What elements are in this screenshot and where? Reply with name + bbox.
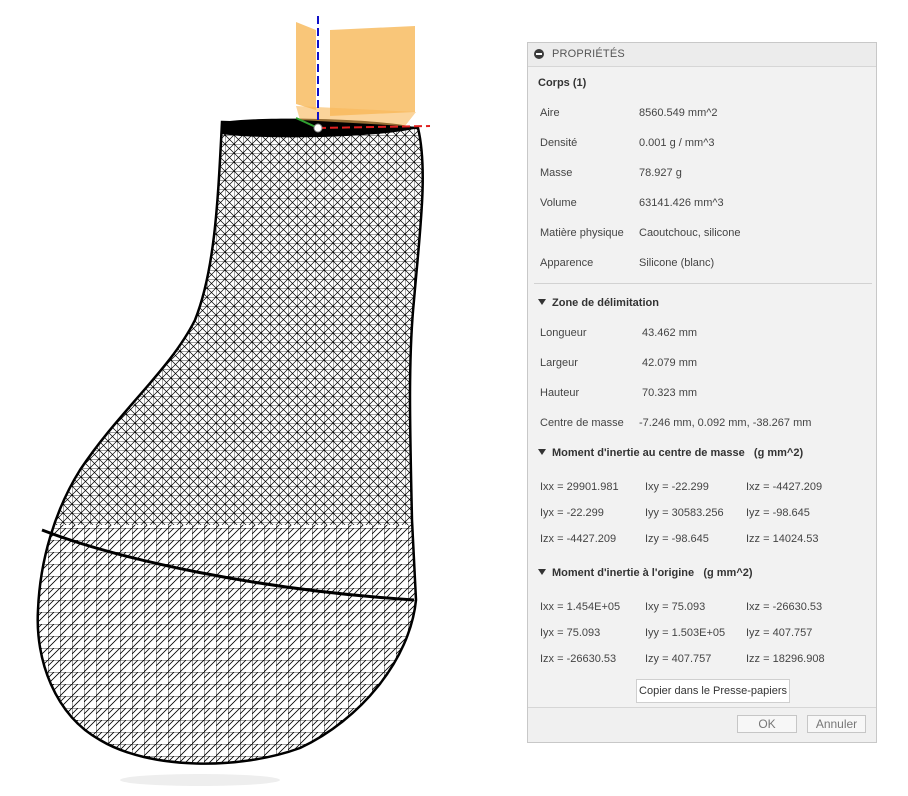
property-value: 8560.549 mm^2 — [639, 107, 718, 119]
triangle-down-icon — [538, 299, 546, 305]
inertia-cell: Iyz = 407.757 — [746, 627, 813, 639]
inertia-cell: Iyy = 1.503E+05 — [645, 627, 726, 639]
property-label: Matière physique — [540, 227, 624, 239]
property-value: 78.927 g — [639, 167, 682, 179]
triangle-down-icon — [538, 569, 546, 575]
inertia-cell: Ixy = 75.093 — [645, 601, 706, 613]
property-value: Caoutchouc, silicone — [639, 227, 741, 239]
inertia-cell: Ixx = 29901.981 — [540, 481, 619, 493]
property-label: Apparence — [540, 257, 594, 269]
bbox-section-title[interactable]: Zone de délimitation — [538, 297, 659, 309]
divider — [534, 283, 872, 284]
property-value: 63141.426 mm^3 — [639, 197, 724, 209]
inertia-cell: Ixz = -4427.209 — [746, 481, 823, 493]
bbox-label: Centre de masse — [540, 417, 624, 429]
inertia-cell: Ixx = 1.454E+05 — [540, 601, 621, 613]
panel-footer: OK Annuler — [528, 707, 876, 742]
work-plane-yz — [296, 22, 316, 110]
origin-point — [313, 123, 323, 133]
ok-button[interactable]: OK — [737, 715, 797, 733]
properties-panel: PROPRIÉTÉS Corps (1) Aire 8560.549 mm^2 De… — [527, 42, 877, 743]
bbox-value: 42.079 mm — [642, 357, 698, 369]
property-value: Silicone (blanc) — [639, 257, 715, 269]
property-label: Densité — [540, 137, 578, 149]
property-value: 0.001 g / mm^3 — [639, 137, 715, 149]
bbox-value: 43.462 mm — [642, 327, 698, 339]
inertia-cell: Iyy = 30583.256 — [645, 507, 724, 519]
property-label: Aire — [540, 107, 560, 119]
inertia-cell: Izx = -4427.209 — [540, 533, 617, 545]
inertia-cell: Iyx = 75.093 — [540, 627, 601, 639]
cancel-button[interactable]: Annuler — [807, 715, 866, 733]
inertia-cell: Izz = 14024.53 — [746, 533, 819, 545]
collapse-icon[interactable] — [534, 49, 544, 59]
inertia-cell: Ixy = -22.299 — [645, 481, 709, 493]
panel-header[interactable]: PROPRIÉTÉS — [528, 43, 876, 67]
bbox-label: Longueur — [540, 327, 587, 339]
bbox-label: Hauteur — [540, 387, 580, 399]
bbox-value: -7.246 mm, 0.092 mm, -38.267 mm — [639, 417, 812, 429]
inertia-cell: Ixz = -26630.53 — [746, 601, 823, 613]
body-title: Corps (1) — [538, 77, 587, 89]
inertia-cell: Izy = 407.757 — [645, 653, 712, 665]
bbox-value: 70.323 mm — [642, 387, 698, 399]
inertia-cell: Izx = -26630.53 — [540, 653, 617, 665]
copy-clipboard-button[interactable]: Copier dans le Presse-papiers — [636, 679, 790, 703]
inertia-cell: Iyx = -22.299 — [540, 507, 604, 519]
property-label: Volume — [540, 197, 577, 209]
3d-viewport[interactable] — [0, 0, 520, 791]
panel-title: PROPRIÉTÉS — [552, 48, 625, 60]
inertia-cell: Izy = -98.645 — [645, 533, 709, 545]
inertia-origin-title[interactable]: Moment d'inertie à l'origine (g mm^2) — [538, 567, 753, 579]
bbox-label: Largeur — [540, 357, 578, 369]
wireframe-mesh — [36, 16, 431, 786]
triangle-down-icon — [538, 449, 546, 455]
property-label: Masse — [540, 167, 573, 179]
inertia-cell: Izz = 18296.908 — [746, 653, 825, 665]
inertia-center-title[interactable]: Moment d'inertie au centre de masse (g m… — [538, 447, 803, 459]
inertia-cell: Iyz = -98.645 — [746, 507, 810, 519]
work-plane-xz — [330, 26, 415, 116]
